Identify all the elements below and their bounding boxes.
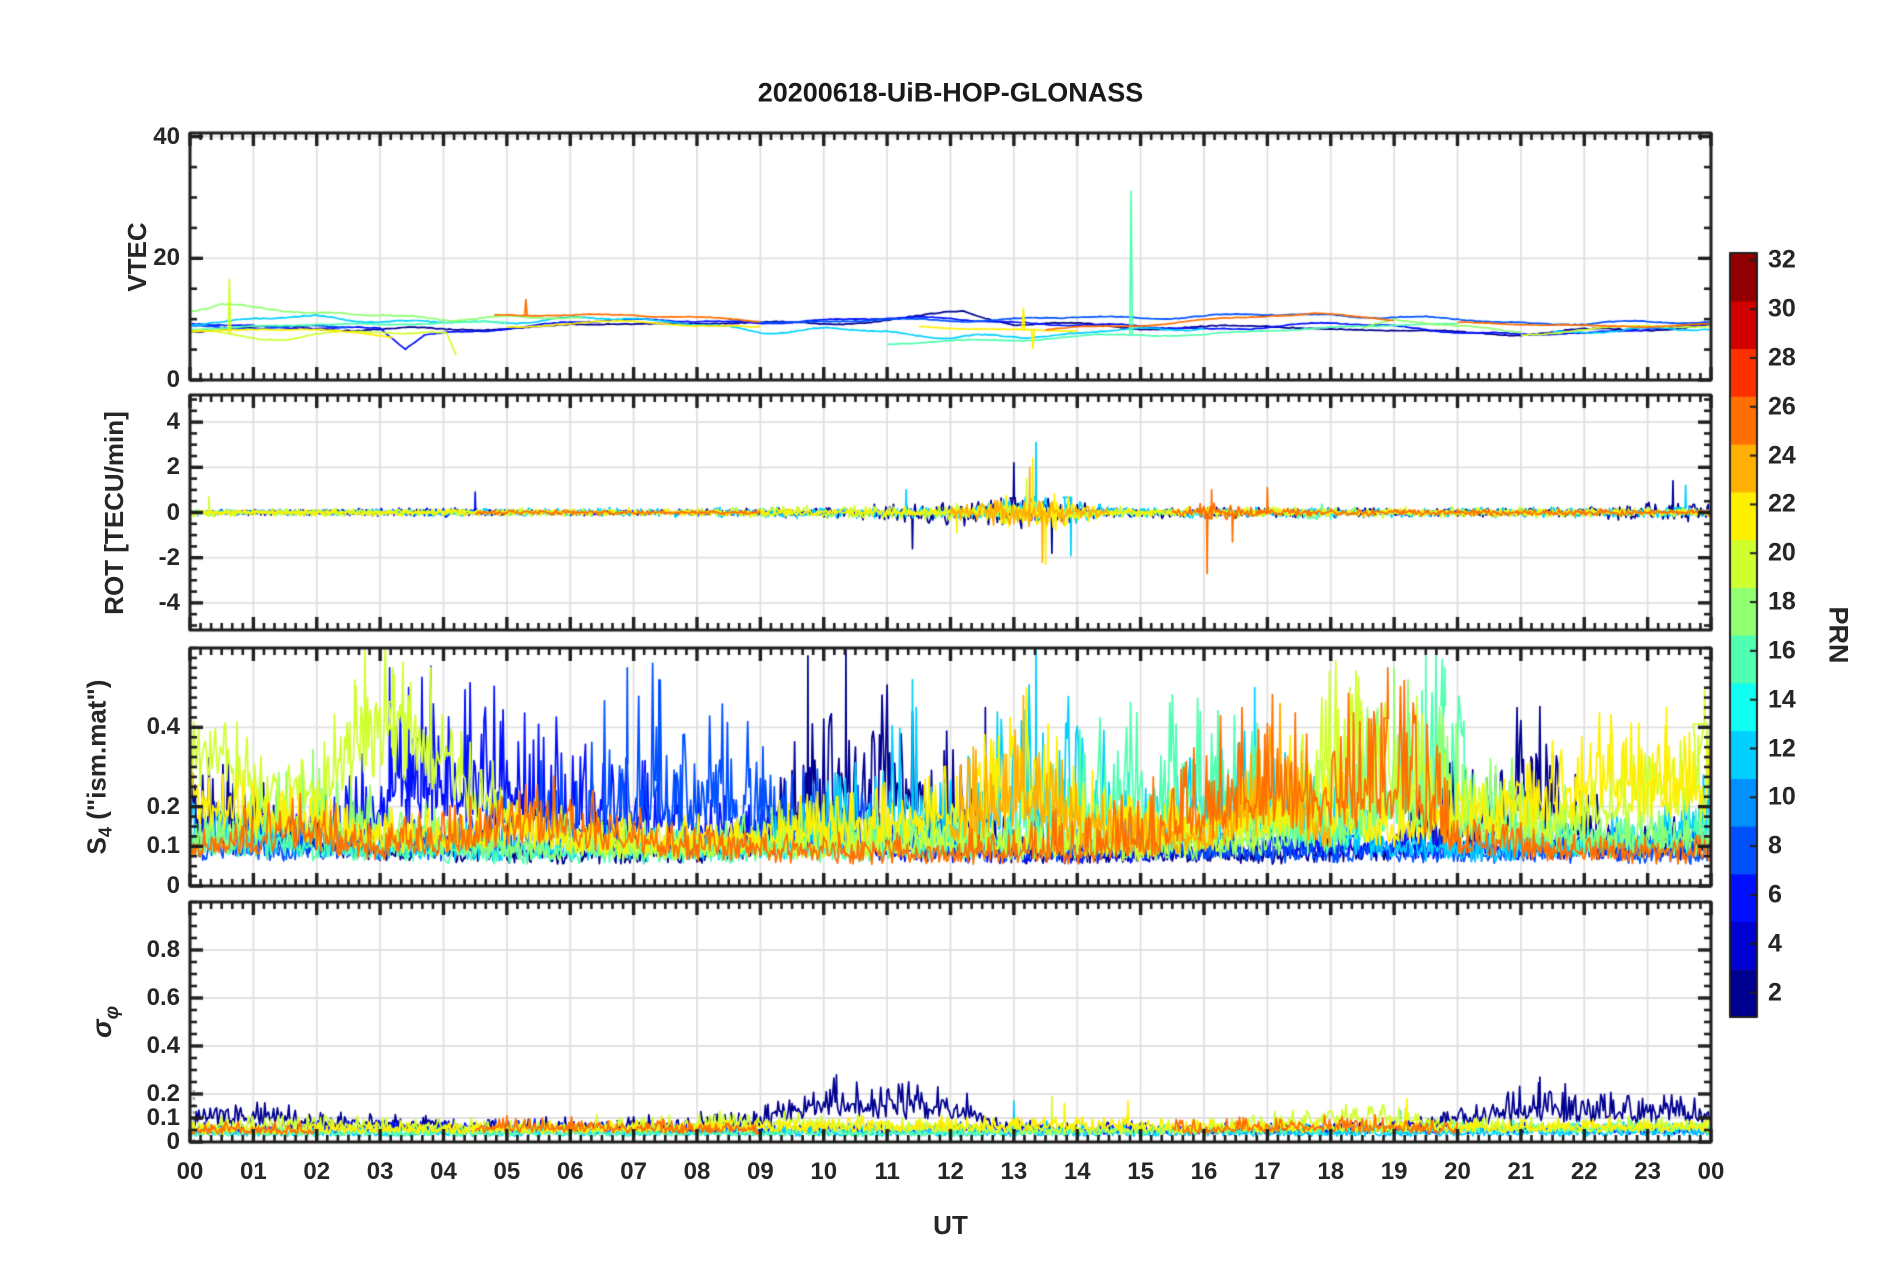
y-tick-label: -4 (158, 588, 180, 616)
x-tick-label: 05 (493, 1158, 521, 1185)
s4-axis-label: S4 ("ism.mat") (81, 679, 116, 855)
glonass-scintillation-figure: 20200618-UiB-HOP-GLONASS VTEC ROT [TECU/… (0, 0, 1902, 1272)
y-tick-label: 0.2 (146, 792, 180, 820)
x-tick-label: 12 (937, 1158, 964, 1185)
y-tick-label: 0.6 (146, 984, 180, 1011)
colorbar-tick-label: 30 (1768, 294, 1796, 323)
y-tick-label: 0.2 (146, 1080, 180, 1107)
y-tick-label: 0.4 (146, 713, 180, 741)
colorbar-tick-label: 2 (1768, 978, 1782, 1007)
chart-canvas (0, 0, 1902, 1272)
colorbar-tick-label: 8 (1768, 831, 1782, 860)
x-tick-label: 04 (430, 1158, 457, 1185)
colorbar-tick-label: 26 (1768, 392, 1796, 421)
colorbar-tick-label: 6 (1768, 880, 1782, 909)
x-tick-label: 06 (556, 1158, 584, 1185)
colorbar-tick-label: 16 (1768, 636, 1796, 665)
y-tick-label: 0 (166, 1128, 180, 1155)
x-tick-label: 17 (1254, 1158, 1281, 1185)
colorbar-tick-label: 14 (1768, 685, 1796, 714)
x-tick-label: 08 (683, 1158, 711, 1185)
colorbar-tick-label: 18 (1768, 587, 1796, 616)
x-tick-label: 18 (1317, 1158, 1345, 1185)
colorbar-tick-label: 32 (1768, 245, 1796, 274)
x-tick-label: 02 (303, 1158, 331, 1185)
colorbar-tick-label: 10 (1768, 782, 1796, 811)
x-tick-label: 19 (1380, 1158, 1408, 1185)
colorbar-tick-label: 4 (1768, 929, 1782, 958)
colorbar-tick-label: 12 (1768, 734, 1796, 762)
s4-label-main: S (81, 837, 112, 855)
x-tick-label: 14 (1063, 1158, 1091, 1185)
x-tick-label: 01 (240, 1158, 267, 1185)
y-tick-label: 40 (153, 122, 180, 150)
colorbar-label: PRN (1823, 606, 1854, 664)
x-tick-label: 13 (1000, 1158, 1028, 1185)
y-tick-label: 0.8 (146, 936, 180, 963)
x-tick-label: 09 (747, 1158, 774, 1185)
x-axis-label: UT (933, 1210, 968, 1240)
vtec-axis-label: VTEC (122, 221, 152, 292)
sigma-label-sub: φ (101, 1006, 123, 1020)
y-tick-label: 0 (166, 498, 180, 526)
colorbar-tick-label: 22 (1768, 489, 1796, 518)
x-tick-label: 00 (176, 1158, 204, 1185)
y-tick-label: 0 (166, 366, 180, 393)
sigma-label-main: σ (86, 1019, 118, 1038)
y-tick-label: 0.4 (146, 1032, 180, 1059)
y-tick-label: 0 (166, 872, 180, 899)
x-tick-label: 20 (1444, 1158, 1471, 1185)
y-tick-label: 4 (166, 408, 180, 436)
sigma-phi-axis-label: σφ (86, 1006, 123, 1038)
x-tick-label: 07 (620, 1158, 647, 1185)
x-tick-label: 15 (1127, 1158, 1154, 1185)
rot-axis-label: ROT [TECU/min] (99, 410, 129, 615)
colorbar-tick-label: 28 (1768, 343, 1796, 372)
y-tick-label: 2 (166, 453, 180, 481)
x-tick-label: 03 (366, 1158, 394, 1185)
s4-label-rest: ("ism.mat") (81, 679, 112, 827)
s4-label-sub: 4 (95, 827, 116, 838)
x-tick-label: 22 (1570, 1158, 1598, 1185)
y-tick-label: 0.1 (146, 832, 180, 860)
x-tick-label: 23 (1634, 1158, 1661, 1185)
y-tick-label: 0.1 (146, 1104, 180, 1131)
x-tick-label: 11 (874, 1158, 900, 1185)
chart-title: 20200618-UiB-HOP-GLONASS (757, 77, 1144, 108)
colorbar-tick-label: 20 (1768, 538, 1796, 567)
y-tick-label: 20 (153, 244, 180, 272)
colorbar-tick-label: 24 (1768, 441, 1796, 470)
x-tick-label: 10 (810, 1158, 838, 1185)
x-tick-label: 00 (1697, 1158, 1725, 1185)
y-tick-label: -2 (158, 543, 180, 571)
x-tick-label: 21 (1507, 1158, 1535, 1185)
x-tick-label: 16 (1190, 1158, 1218, 1185)
